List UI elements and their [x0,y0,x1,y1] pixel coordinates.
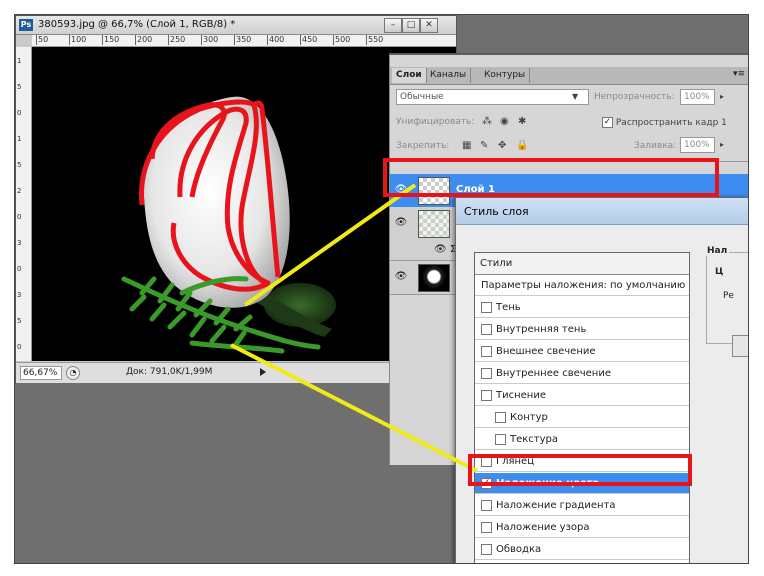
photoshop-workspace: Ps 380593.jpg @ 66,7% (Слой 1, RGB/8) * … [14,14,749,564]
annotation-overlay [230,183,478,473]
annotation-arrow-to-layer [243,183,417,307]
annotation-arrow-to-color-overlay [230,343,478,473]
